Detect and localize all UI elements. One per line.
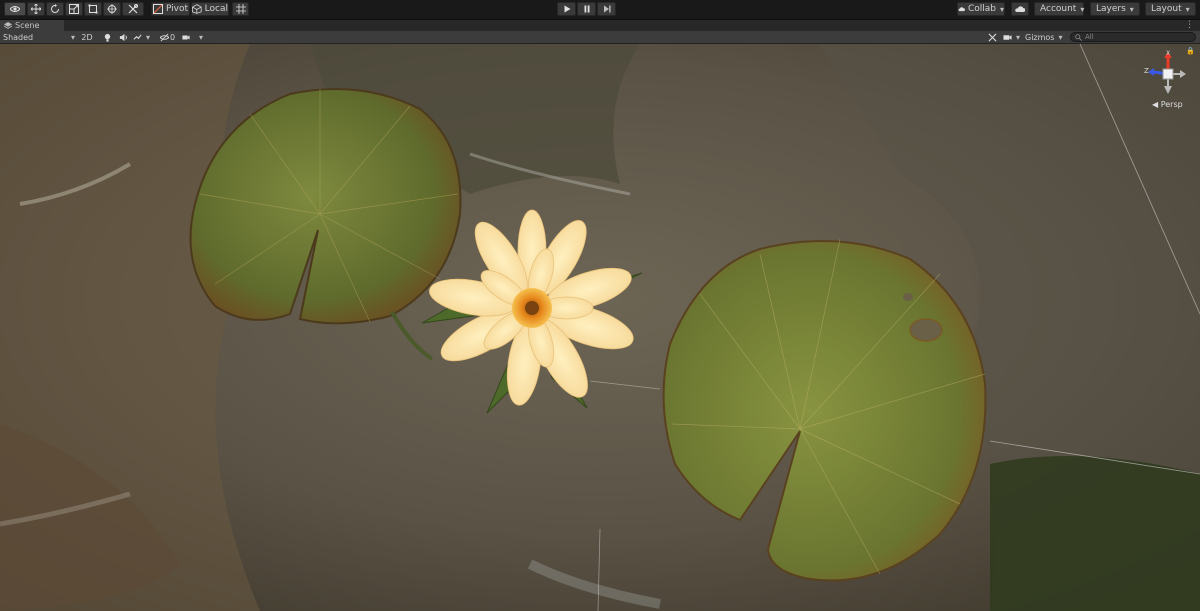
cloud-icon: [1015, 6, 1025, 12]
cube-icon: [192, 4, 202, 14]
step-button[interactable]: [597, 2, 616, 16]
toggle-2d-button[interactable]: 2D: [80, 31, 94, 43]
gizmo-z-label: Z: [1144, 67, 1149, 75]
pause-icon: [584, 5, 589, 13]
collab-dropdown[interactable]: Collab: [957, 2, 1005, 16]
search-icon: [1075, 33, 1082, 41]
shading-mode-dropdown[interactable]: Shaded: [3, 31, 75, 43]
video-camera-icon: [1003, 34, 1012, 40]
play-button[interactable]: [557, 2, 576, 16]
scene-options-dropdown[interactable]: [195, 31, 205, 43]
leaf-hole: [909, 318, 943, 342]
tab-scene-label: Scene: [15, 21, 40, 30]
move-arrows-icon: [31, 4, 41, 14]
move-tool-button[interactable]: [27, 2, 45, 16]
gizmos-label: Gizmos: [1025, 32, 1055, 42]
moss-patch: [990, 456, 1200, 611]
mode-2d-label: 2D: [81, 32, 93, 42]
pause-button[interactable]: [577, 2, 596, 16]
leaf-hole: [903, 293, 913, 301]
play-icon: [564, 5, 570, 13]
scene-viewport[interactable]: Z X ◀ Persp 🔒: [0, 44, 1200, 611]
scale-icon: [69, 4, 79, 14]
persp-arrow-icon: ◀: [1152, 100, 1159, 109]
view-tool-button[interactable]: [4, 2, 26, 16]
grid-snap-icon: [235, 4, 246, 14]
main-toolbar: Pivot Local Collab Account Layers Layout: [0, 0, 1200, 20]
account-dropdown[interactable]: Account: [1034, 2, 1084, 16]
effects-icon: [133, 33, 142, 40]
window-tab-bar: Scene ⋮: [0, 20, 1200, 31]
projection-label: Persp: [1160, 100, 1183, 109]
camera-icon: [182, 35, 190, 39]
projection-toggle[interactable]: ◀ Persp: [1152, 100, 1183, 109]
orientation-gizmo[interactable]: Z X: [1140, 50, 1196, 100]
scene-render: [0, 44, 1200, 611]
lock-icon[interactable]: 🔒: [1186, 47, 1195, 55]
cloud-services-button[interactable]: [1011, 2, 1029, 16]
pivot-toggle-button[interactable]: Pivot: [151, 2, 190, 16]
eye-icon: [10, 6, 20, 12]
layout-label: Layout: [1151, 4, 1182, 14]
hidden-count: 0: [170, 32, 176, 42]
scene-camera-dropdown[interactable]: [1003, 31, 1021, 43]
transform-tool-button[interactable]: [103, 2, 121, 16]
kebab-menu-icon[interactable]: ⋮: [1185, 20, 1194, 31]
gizmos-dropdown[interactable]: Gizmos: [1025, 31, 1065, 43]
snap-grid-button[interactable]: [232, 2, 249, 16]
scene-search-input[interactable]: All: [1070, 32, 1196, 42]
transform-icon: [107, 4, 117, 14]
pivot-label: Pivot: [165, 4, 189, 14]
rotate-icon: [51, 4, 59, 13]
scale-tool-button[interactable]: [65, 2, 83, 16]
local-toggle-button[interactable]: Local: [191, 2, 229, 16]
custom-tool-button[interactable]: [122, 2, 144, 16]
step-icon: [603, 5, 611, 13]
speaker-icon: [119, 33, 127, 41]
audio-toggle-button[interactable]: [117, 31, 129, 43]
scene-tab-icon: [4, 21, 12, 29]
hidden-eye-icon: [160, 33, 169, 41]
shading-mode-label: Shaded: [3, 32, 34, 42]
rect-tool-button[interactable]: [84, 2, 102, 16]
camera-settings-button[interactable]: [182, 31, 190, 43]
gizmo-x-label: X: [1166, 50, 1171, 57]
collab-cloud-check-icon: [958, 7, 965, 12]
lightbulb-icon: [104, 33, 110, 42]
account-label: Account: [1040, 4, 1077, 14]
pivot-icon: [152, 4, 163, 14]
search-placeholder: All: [1085, 33, 1094, 41]
layers-dropdown[interactable]: Layers: [1090, 2, 1140, 16]
scene-toolbar: Shaded 2D 0 Gizmos All: [0, 31, 1200, 44]
scene-visibility-toggle[interactable]: 0: [160, 31, 178, 43]
tab-scene[interactable]: Scene: [0, 20, 64, 31]
rotate-tool-button[interactable]: [46, 2, 64, 16]
local-label: Local: [204, 4, 228, 14]
rect-transform-icon: [88, 4, 98, 14]
effects-dropdown[interactable]: [133, 31, 158, 43]
crossed-tools-icon: [988, 33, 996, 41]
layout-dropdown[interactable]: Layout: [1145, 2, 1196, 16]
layers-label: Layers: [1096, 4, 1126, 14]
scene-tools-button[interactable]: [986, 31, 998, 43]
lighting-toggle-button[interactable]: [101, 31, 113, 43]
tools-icon: [128, 4, 138, 14]
collab-label: Collab: [967, 4, 996, 14]
